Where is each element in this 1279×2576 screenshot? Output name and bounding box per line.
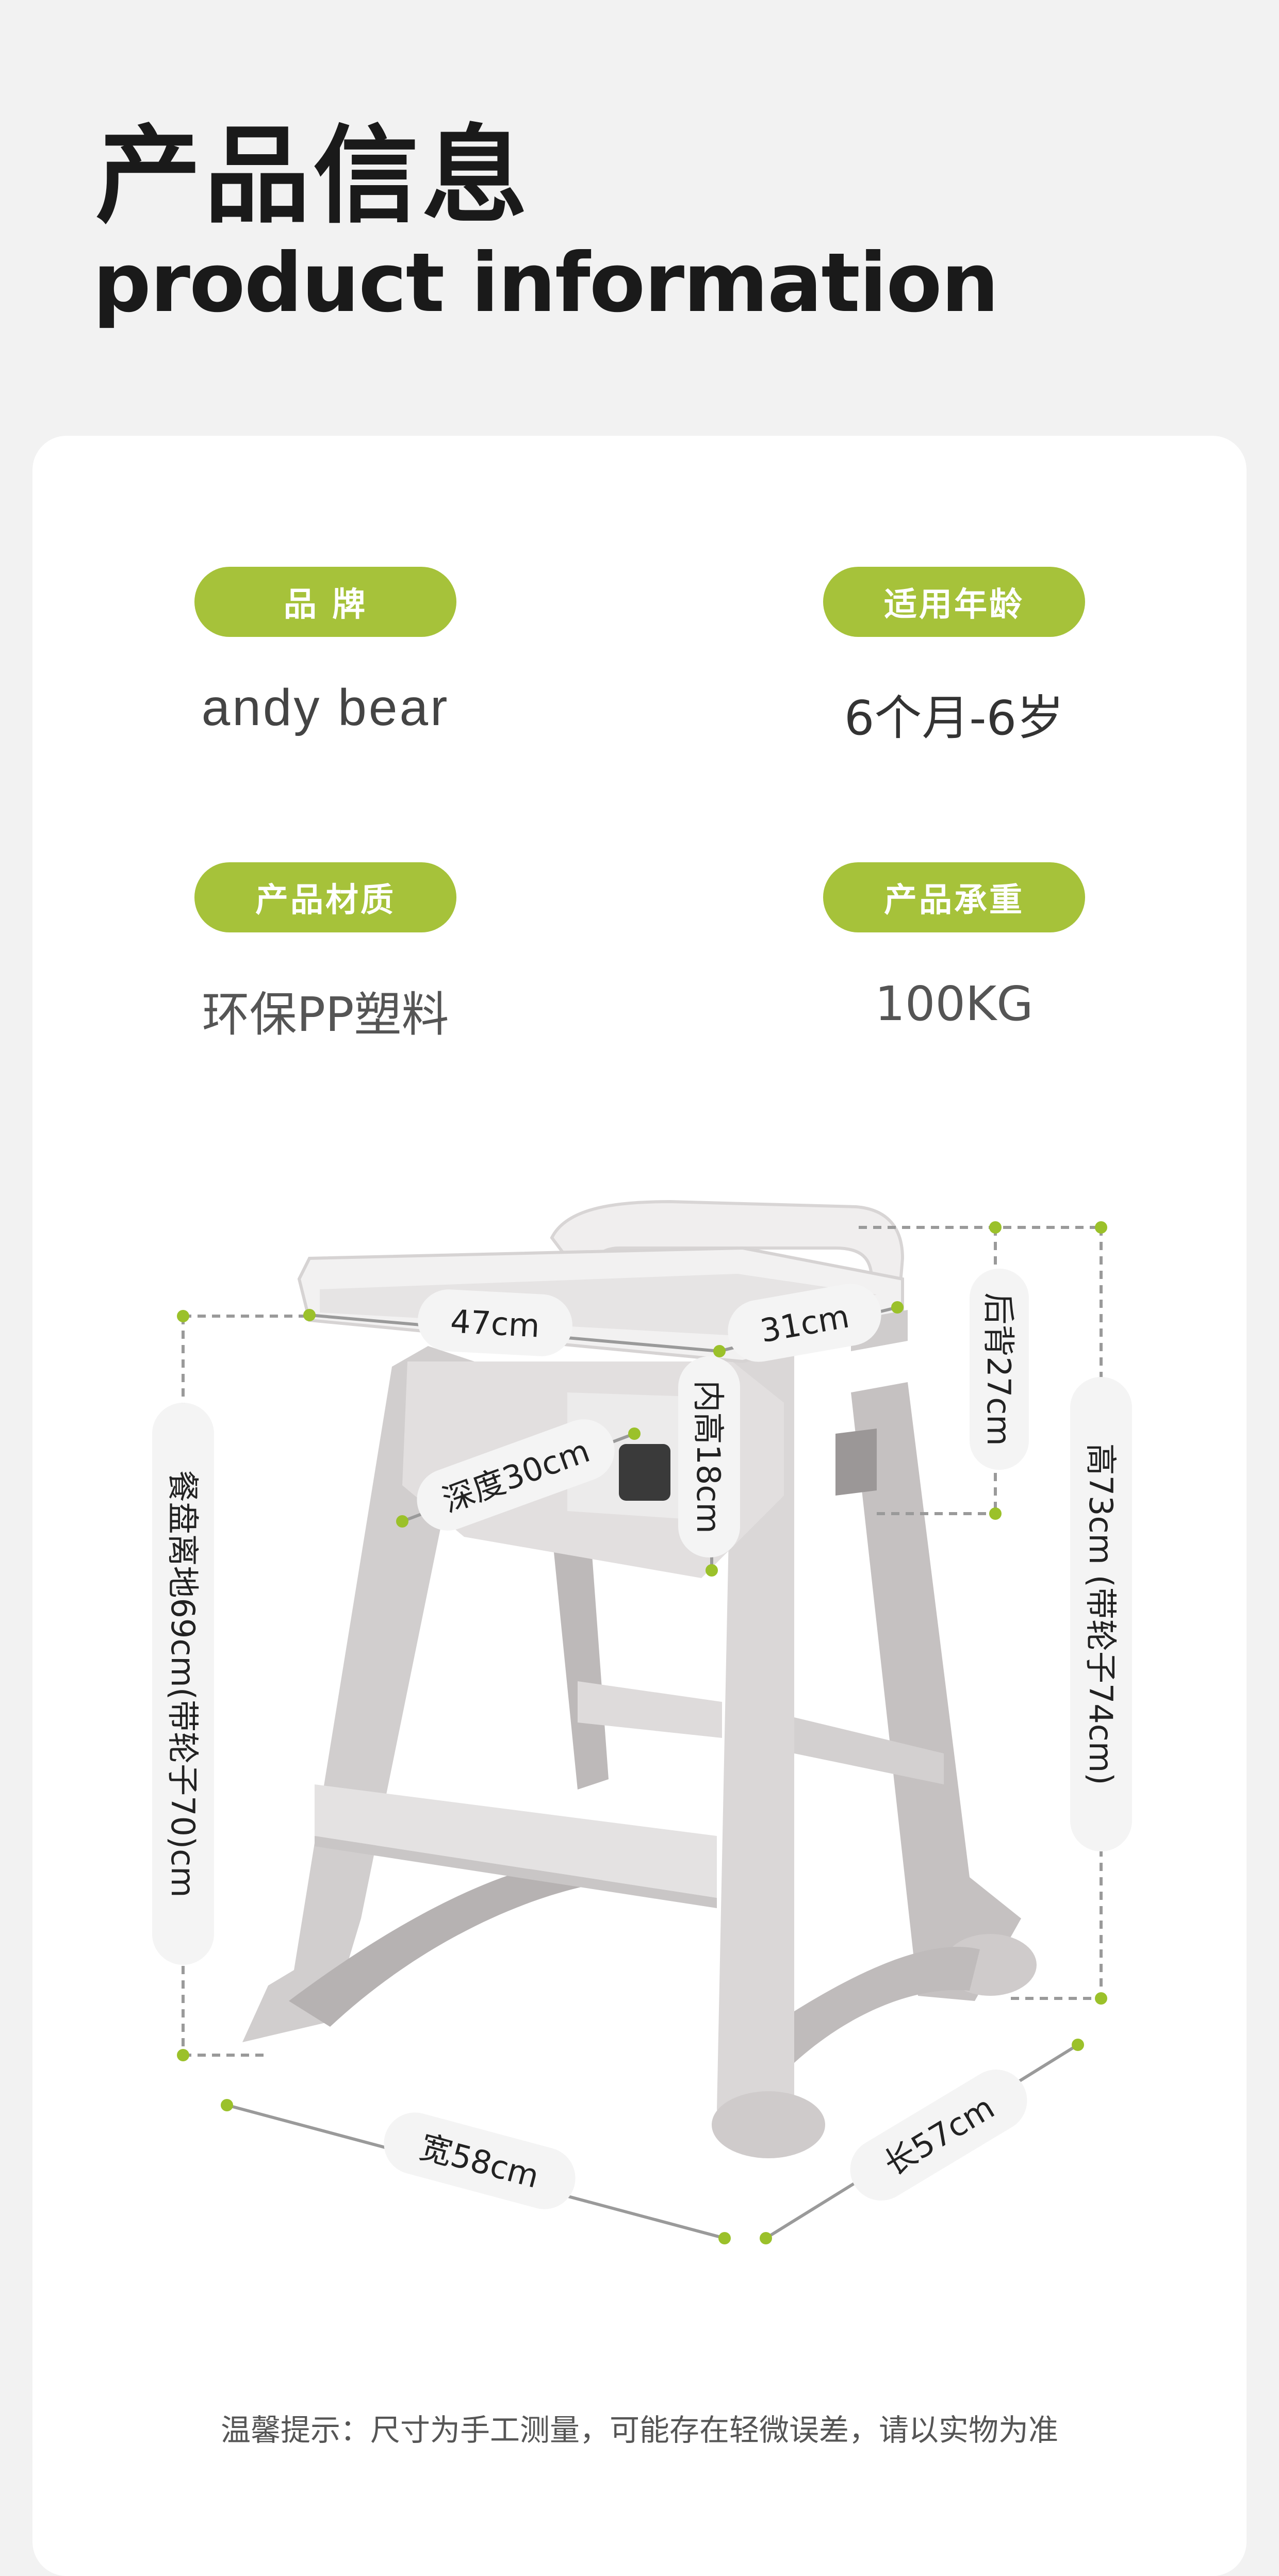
label-backrest: 后背27cm bbox=[970, 1269, 1029, 1470]
label-length: 长57cm bbox=[850, 2070, 1027, 2201]
svg-text:餐盘离地69cm(带轮子70)cm: 餐盘离地69cm(带轮子70)cm bbox=[164, 1470, 202, 1897]
svg-text:高73cm (带轮子74cm): 高73cm (带轮子74cm) bbox=[1082, 1443, 1120, 1785]
label-total-height: 高73cm (带轮子74cm) bbox=[1070, 1377, 1132, 1851]
svg-text:47cm: 47cm bbox=[449, 1303, 540, 1345]
measurement-note: 温馨提示：尺寸为手工测量，可能存在轻微误差，请以实物为准 bbox=[220, 2413, 1058, 2448]
label-inner-height: 内高18cm bbox=[678, 1356, 740, 1557]
svg-text:后背27cm: 后背27cm bbox=[980, 1292, 1018, 1446]
label-tray-height: 餐盘离地69cm(带轮子70)cm bbox=[152, 1403, 214, 1965]
label-tray-width: 47cm bbox=[418, 1289, 572, 1356]
chair-diagram: 47cm 31cm 后背27cm 深度30cm 内高18cm 餐盘离地69cm(… bbox=[152, 1200, 1132, 2244]
label-width: 宽58cm bbox=[384, 2112, 576, 2209]
svg-text:内高18cm: 内高18cm bbox=[690, 1380, 727, 1533]
